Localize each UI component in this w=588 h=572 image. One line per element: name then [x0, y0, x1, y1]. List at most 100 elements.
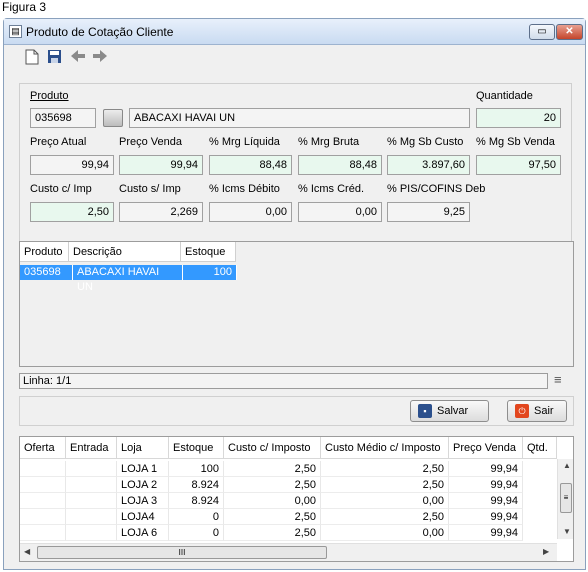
sair-button[interactable]: ⏻ Sair: [507, 400, 567, 422]
grid2-cell-estoque[interactable]: 0: [169, 509, 224, 525]
grid2-cell-custo-medio[interactable]: 2,50: [321, 461, 449, 477]
save-disk-icon[interactable]: [46, 49, 62, 65]
grid2-cell-preco-venda[interactable]: 99,94: [449, 525, 523, 541]
vertical-scrollbar[interactable]: ▲ ≡ ▼: [557, 459, 573, 539]
salvar-label: Salvar: [437, 405, 469, 417]
grid1-cell-estoque[interactable]: 100: [183, 265, 237, 280]
grid2-cell-loja[interactable]: LOJA 2: [117, 477, 169, 493]
grid2-cell-entrada[interactable]: [66, 525, 117, 541]
restore-button[interactable]: ▭: [529, 24, 555, 40]
grid2-cell-entrada[interactable]: [66, 477, 117, 493]
grid2-cell-loja[interactable]: LOJA 3: [117, 493, 169, 509]
grid2-cell-oferta[interactable]: [20, 525, 66, 541]
produto-label: Produto: [30, 90, 69, 102]
title-bar: ▤ Produto de Cotação Cliente ▭ ✕: [4, 19, 585, 45]
grid2-cell-preco-venda[interactable]: 99,94: [449, 509, 523, 525]
icms-debito-label: % Icms Débito: [209, 183, 280, 195]
mg-sb-venda-label: % Mg Sb Venda: [476, 136, 555, 148]
grid2-header-entrada[interactable]: Entrada: [66, 437, 117, 459]
grid2-header-custo-medio[interactable]: Custo Médio c/ Imposto: [321, 437, 449, 459]
grid2-cell-custo-c-imposto[interactable]: 0,00: [224, 493, 321, 509]
grid2-header-custo-c-imposto[interactable]: Custo c/ Imposto: [224, 437, 321, 459]
pis-cofins-deb-label: % PIS/COFINS Deb: [387, 183, 486, 195]
custo-s-imp-label: Custo s/ Imp: [119, 183, 181, 195]
horizontal-scroll-thumb[interactable]: III: [37, 546, 327, 559]
vertical-scroll-thumb[interactable]: ≡: [560, 483, 572, 513]
grid1-header-descricao[interactable]: Descrição: [69, 242, 181, 262]
grid2-cell-loja[interactable]: LOJA4: [117, 509, 169, 525]
product-lookup-button[interactable]: [103, 109, 123, 127]
sair-label: Sair: [534, 405, 554, 417]
produto-description-field: ABACAXI HAVAI UN: [129, 108, 470, 128]
preco-venda-label: Preço Venda: [119, 136, 182, 148]
grid2-cell-estoque[interactable]: 0: [169, 525, 224, 541]
grid1-header-produto[interactable]: Produto: [20, 242, 69, 262]
mg-sb-custo-label: % Mg Sb Custo: [387, 136, 464, 148]
grid2-cell-estoque[interactable]: 8.924: [169, 493, 224, 509]
grid2-cell-oferta[interactable]: [20, 509, 66, 525]
grid2-header-estoque[interactable]: Estoque: [169, 437, 224, 459]
scroll-left-icon[interactable]: ◀: [24, 547, 30, 556]
scroll-right-icon[interactable]: ▶: [543, 547, 549, 556]
grid2-header-loja[interactable]: Loja: [117, 437, 169, 459]
grid2-header-qtd[interactable]: Qtd.: [523, 437, 557, 459]
grid2-cell-preco-venda[interactable]: 99,94: [449, 477, 523, 493]
grid1-cell-produto[interactable]: 035698: [20, 265, 73, 280]
grid2-cell-entrada[interactable]: [66, 509, 117, 525]
grid2-header-oferta[interactable]: Oferta: [20, 437, 66, 459]
grid1-cell-descricao[interactable]: ABACAXI HAVAI UN: [73, 265, 183, 293]
grid2-cell-entrada[interactable]: [66, 461, 117, 477]
grid2-cell-oferta[interactable]: [20, 461, 66, 477]
grid2-cell-custo-medio[interactable]: 0,00: [321, 525, 449, 541]
preco-venda-field[interactable]: 99,94: [119, 155, 203, 175]
custo-c-imp-label: Custo c/ Imp: [30, 183, 92, 195]
save-disk-icon: ▪: [418, 404, 432, 418]
product-grid: Produto Descrição Estoque 035698 ABACAXI…: [19, 241, 574, 367]
grid2-cell-custo-c-imposto[interactable]: 2,50: [224, 461, 321, 477]
grid2-cell-custo-medio[interactable]: 0,00: [321, 493, 449, 509]
grid2-cell-loja[interactable]: LOJA 6: [117, 525, 169, 541]
grid2-cell-oferta[interactable]: [20, 477, 66, 493]
grid2-cell-preco-venda[interactable]: 99,94: [449, 461, 523, 477]
stores-grid: Oferta Entrada Loja Estoque Custo c/ Imp…: [19, 436, 574, 562]
app-window-icon: ▤: [9, 25, 22, 38]
window-title: Produto de Cotação Cliente: [26, 25, 174, 39]
close-window-button[interactable]: ✕: [556, 24, 583, 40]
mrg-liquida-field[interactable]: 88,48: [209, 155, 292, 175]
mrg-bruta-label: % Mrg Bruta: [298, 136, 360, 148]
grid2-cell-estoque[interactable]: 8.924: [169, 477, 224, 493]
grid2-cell-custo-c-imposto[interactable]: 2,50: [224, 477, 321, 493]
custo-s-imp-field: 2,269: [119, 202, 203, 222]
mg-sb-venda-field[interactable]: 97,50: [476, 155, 561, 175]
menu-lines-icon[interactable]: ≡: [554, 373, 568, 388]
horizontal-scrollbar[interactable]: ◀ III ▶: [20, 543, 557, 561]
grid2-cell-custo-medio[interactable]: 2,50: [321, 477, 449, 493]
new-document-icon[interactable]: [24, 49, 40, 65]
power-icon: ⏻: [515, 404, 529, 418]
grid2-cell-preco-venda[interactable]: 99,94: [449, 493, 523, 509]
produto-code-field[interactable]: 035698: [30, 108, 96, 128]
scroll-down-icon[interactable]: ▼: [563, 527, 571, 536]
grid2-cell-entrada[interactable]: [66, 493, 117, 509]
custo-c-imp-field[interactable]: 2,50: [30, 202, 114, 222]
salvar-button[interactable]: ▪ Salvar: [410, 400, 489, 422]
arrow-left-icon[interactable]: [70, 49, 86, 65]
grid1-header-estoque[interactable]: Estoque: [181, 242, 236, 262]
produto-cotacao-window: ▤ Produto de Cotação Cliente ▭ ✕ Produto…: [3, 18, 586, 570]
icms-cred-label: % Icms Créd.: [298, 183, 365, 195]
mg-sb-custo-field[interactable]: 3.897,60: [387, 155, 470, 175]
quantidade-field[interactable]: 20: [476, 108, 561, 128]
grid2-cell-estoque[interactable]: 100: [169, 461, 224, 477]
grid2-cell-oferta[interactable]: [20, 493, 66, 509]
grid2-header-preco-venda[interactable]: Preço Venda: [449, 437, 523, 459]
preco-atual-field: 99,94: [30, 155, 114, 175]
grid2-cell-custo-c-imposto[interactable]: 2,50: [224, 525, 321, 541]
pis-cofins-deb-field: 9,25: [387, 202, 470, 222]
scroll-up-icon[interactable]: ▲: [563, 461, 571, 470]
grid2-cell-custo-c-imposto[interactable]: 2,50: [224, 509, 321, 525]
arrow-right-icon[interactable]: [92, 49, 108, 65]
grid2-cell-custo-medio[interactable]: 2,50: [321, 509, 449, 525]
grid2-cell-loja[interactable]: LOJA 1: [117, 461, 169, 477]
mrg-bruta-field[interactable]: 88,48: [298, 155, 382, 175]
icms-cred-field: 0,00: [298, 202, 382, 222]
